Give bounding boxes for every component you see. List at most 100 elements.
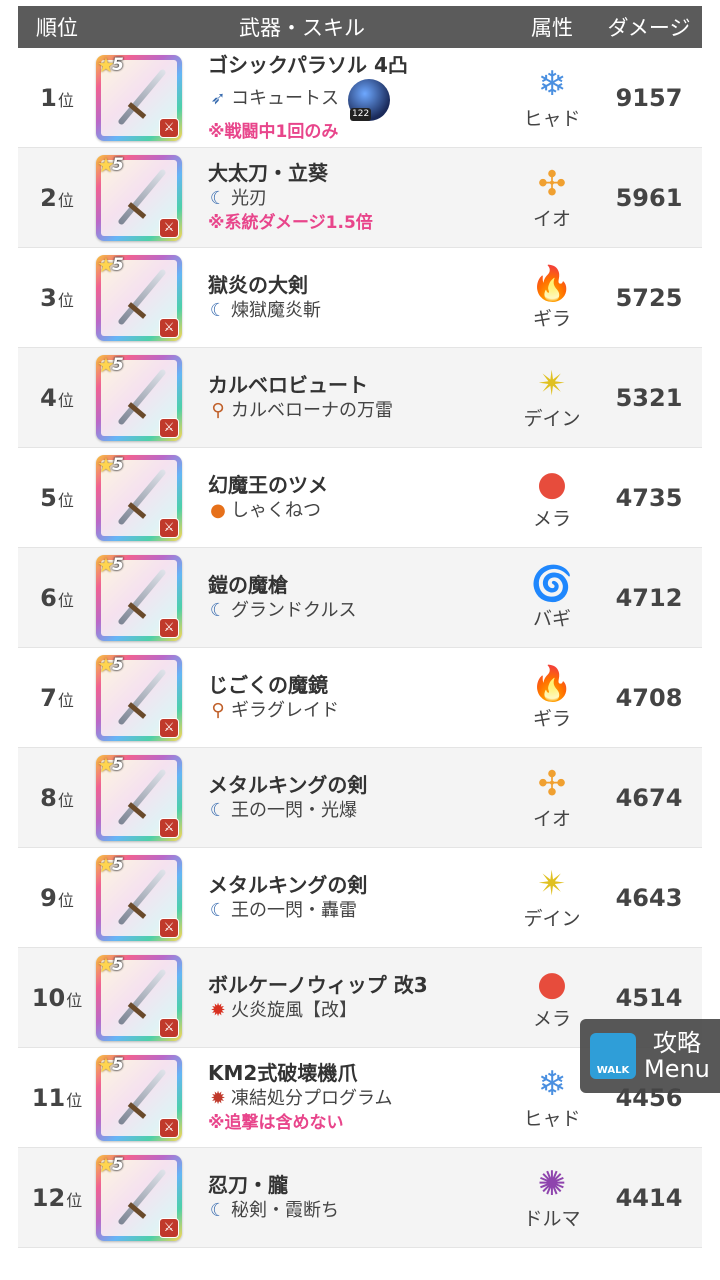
weapon-icon[interactable]: ★ 5 ⚔ xyxy=(96,852,182,941)
weapon-icon[interactable]: ★ 5 ⚔ xyxy=(96,1152,182,1241)
damage-value: 5725 xyxy=(615,283,683,312)
star-level: 5 xyxy=(112,854,124,875)
rank-cell: 5位 xyxy=(18,484,96,512)
rank-cell: 2位 xyxy=(18,184,96,212)
rank-suffix: 位 xyxy=(57,590,74,610)
weapon-icon[interactable]: ★ 5 ⚔ xyxy=(96,52,182,141)
bow-icon: ➶ xyxy=(210,88,226,110)
rank-suffix: 位 xyxy=(66,1190,83,1210)
orb-level: 122 xyxy=(350,108,372,121)
weapon-icon-cell: ★ 5 ⚔ xyxy=(96,1053,206,1141)
weapon-icon[interactable]: ★ 5 ⚔ xyxy=(96,753,182,841)
skill-line: ☾ 王の一閃・轟雷 xyxy=(208,899,508,923)
star-rank-icon: ★ 5 xyxy=(97,452,124,477)
weapon-type-icon: ⚔ xyxy=(159,317,179,338)
star-rank-icon: ★ 5 xyxy=(97,552,124,577)
orb-icon: 122 xyxy=(348,78,390,121)
skill-name: コキュートス xyxy=(231,88,339,110)
star-level: 5 xyxy=(112,654,124,675)
damage-value: 9157 xyxy=(615,83,683,112)
weapon-icon-cell: ★ 5 ⚔ xyxy=(96,353,206,441)
slash-icon: ☾ xyxy=(209,188,227,210)
skill-line: ☾ 光刃 xyxy=(208,187,508,211)
fire-swirl-icon: ✹ xyxy=(210,999,226,1021)
rank-number: 4 xyxy=(40,383,57,412)
rank-cell: 1位 xyxy=(18,84,96,112)
strategy-menu-button[interactable]: WALK 攻略 Menu xyxy=(580,1019,720,1093)
flame-icon: 🔥 xyxy=(530,664,574,704)
explosion-icon: ✣ xyxy=(537,164,567,204)
weapon-name: 忍刀・朧 xyxy=(208,1172,288,1197)
skill-name: しゃくねつ xyxy=(231,499,321,521)
star-level: 5 xyxy=(112,554,124,575)
skill-name: 王の一閃・光爆 xyxy=(231,799,357,821)
attribute-name: ギラ xyxy=(532,708,571,730)
attribute-name: デイン xyxy=(523,408,581,430)
attribute-name: ギラ xyxy=(532,308,571,330)
weapon-type-icon: ⚔ xyxy=(159,217,179,238)
weapon-icon[interactable]: ★ 5 ⚔ xyxy=(96,1053,182,1141)
weapon-icon[interactable]: ★ 5 ⚔ xyxy=(96,152,182,241)
weapon-skill-cell: カルベロビュート ⚲ カルベローナの万雷 xyxy=(206,372,508,423)
weapon-skill-cell: 忍刀・朧 ☾ 秘剣・霞断ち xyxy=(206,1172,508,1223)
attribute-cell: ✣ イオ xyxy=(508,764,596,831)
star-level: 5 xyxy=(112,954,124,975)
skill-line: ☾ 王の一閃・光爆 xyxy=(208,799,508,823)
weapon-icon[interactable]: ★ 5 ⚔ xyxy=(96,552,182,641)
rank-cell: 10位 xyxy=(18,984,96,1012)
rank-cell: 4位 xyxy=(18,384,96,412)
damage-value: 4514 xyxy=(615,983,683,1012)
weapon-icon[interactable]: ★ 5 ⚔ xyxy=(96,953,182,1041)
star-level: 5 xyxy=(112,754,124,775)
skill-line: ✹ 火炎旋風【改】 xyxy=(208,999,508,1023)
rank-cell: 12位 xyxy=(18,1184,96,1212)
attribute-cell: ✴ デイン xyxy=(508,364,596,431)
star-rank-icon: ★ 5 xyxy=(97,152,124,177)
rank-number: 9 xyxy=(40,883,57,912)
dark-swirl-icon: ✺ xyxy=(537,1164,567,1204)
weapon-name: カルベロビュート xyxy=(208,372,368,397)
skill-line: ⚲ ギラグレイド xyxy=(208,699,508,723)
header-attribute: 属性 xyxy=(531,16,573,40)
weapon-icon-cell: ★ 5 ⚔ xyxy=(96,52,206,141)
table-row: 9位 ★ 5 ⚔ メタルキングの剣 ☾ 王の一閃・轟雷 ✴ デイン 4643 xyxy=(18,848,702,948)
skill-line: ⚲ カルベローナの万雷 xyxy=(208,399,508,423)
rank-number: 7 xyxy=(40,683,57,712)
slash-icon: ☾ xyxy=(209,899,227,921)
weapon-icon[interactable]: ★ 5 ⚔ xyxy=(96,253,182,341)
menu-label-line1: 攻略 xyxy=(652,1029,701,1057)
tornado-icon: 🌀 xyxy=(530,564,574,604)
slash-icon: ☾ xyxy=(209,299,227,321)
attribute-name: ヒャド xyxy=(523,108,581,130)
rank-number: 5 xyxy=(40,483,57,512)
attribute-cell: ✣ イオ xyxy=(508,164,596,231)
weapon-icon[interactable]: ★ 5 ⚔ xyxy=(96,452,182,541)
rank-number: 6 xyxy=(40,583,57,612)
skill-name: カルベローナの万雷 xyxy=(231,399,393,421)
weapon-skill-cell: じごくの魔鏡 ⚲ ギラグレイド xyxy=(206,672,508,723)
rank-number: 1 xyxy=(40,83,57,112)
weapon-name: 獄炎の大剣 xyxy=(208,272,308,297)
star-rank-icon: ★ 5 xyxy=(97,52,124,77)
skill-name: 火炎旋風【改】 xyxy=(231,999,357,1021)
rank-number: 11 xyxy=(31,1083,66,1112)
attribute-cell: ✴ デイン xyxy=(508,864,596,931)
damage-value: 4643 xyxy=(615,883,683,912)
weapon-icon[interactable]: ★ 5 ⚔ xyxy=(96,353,182,441)
star-level: 5 xyxy=(112,354,124,375)
lightning-star-icon: ✴ xyxy=(537,864,567,904)
weapon-type-icon: ⚔ xyxy=(159,817,179,838)
slash-icon: ☾ xyxy=(209,599,227,621)
weapon-type-icon: ⚔ xyxy=(159,1017,179,1038)
star-rank-icon: ★ 5 xyxy=(97,852,124,877)
table-row: 1位 ★ 5 ⚔ ゴシックパラソル 4凸 ➶ コキュートス 122 ※戦闘中1回の… xyxy=(18,48,702,148)
skill-line: ☾ 秘剣・霞断ち xyxy=(208,1199,508,1223)
star-rank-icon: ★ 5 xyxy=(97,1152,124,1177)
rank-suffix: 位 xyxy=(57,90,74,110)
note-text: ※系統ダメージ1.5倍 xyxy=(208,212,373,233)
rank-suffix: 位 xyxy=(57,790,74,810)
weapon-type-icon: ⚔ xyxy=(159,1217,179,1238)
slash-icon: ☾ xyxy=(209,799,227,821)
attribute-name: バギ xyxy=(532,608,571,630)
weapon-icon[interactable]: ★ 5 ⚔ xyxy=(96,653,182,741)
